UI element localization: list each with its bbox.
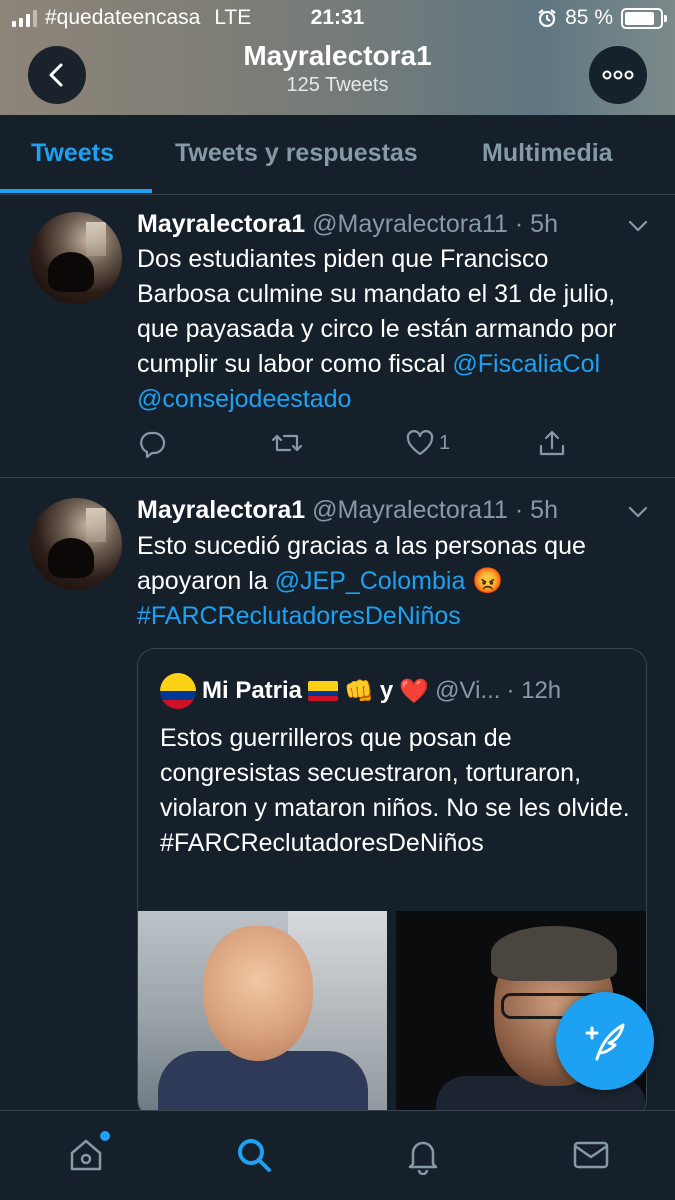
quote-author-handle: @Vi...	[435, 677, 501, 704]
status-right: 85 %	[537, 6, 667, 30]
more-icon	[602, 70, 634, 80]
quote-body: Estos guerrilleros que posan de congresi…	[160, 724, 630, 822]
mention-link[interactable]: @consejodeestado	[137, 385, 351, 413]
quote-author-name: Mi Patria	[202, 677, 303, 704]
hashtag-link[interactable]: #FARCReclutadoresDeNiños	[137, 602, 461, 630]
status-bar: #quedateencasa LTE 21:31 85 %	[0, 4, 675, 34]
battery-icon	[621, 7, 667, 29]
colombia-flag-icon	[308, 681, 339, 701]
fist-emoji: 👊	[344, 677, 374, 705]
new-content-dot	[100, 1131, 110, 1141]
mention-link[interactable]: @JEP_Colombia	[275, 567, 466, 595]
retweet-button[interactable]	[271, 428, 303, 458]
like-count: 1	[439, 431, 451, 454]
tweet-count: 125 Tweets	[286, 74, 389, 96]
heart-emoji: ❤️	[399, 677, 430, 705]
nav-notifications[interactable]	[401, 1133, 445, 1177]
tab-tweets[interactable]: Tweets	[31, 139, 114, 168]
author-name[interactable]: Mayralectora1	[137, 496, 305, 524]
tweet-header: Mayralectora1 @Mayralectora11 · 5h	[137, 210, 558, 239]
reply-button[interactable]	[137, 428, 167, 458]
messages-icon	[573, 1141, 609, 1169]
tweet-text: Dos estudiantes piden que Francisco Barb…	[137, 242, 637, 417]
profile-title: Mayralectora1	[243, 40, 432, 71]
tweet-actions: 1	[137, 428, 577, 462]
share-button[interactable]	[537, 428, 567, 458]
notifications-icon	[408, 1141, 438, 1175]
avatar[interactable]	[30, 498, 122, 590]
compose-tweet-button[interactable]	[556, 992, 654, 1090]
tweet-time: · 5h	[514, 496, 558, 524]
search-icon	[238, 1139, 271, 1172]
more-button[interactable]	[589, 46, 647, 104]
chevron-down-icon[interactable]	[627, 214, 649, 236]
quote-avatar[interactable]	[160, 673, 196, 709]
retweet-icon	[271, 434, 303, 452]
reply-icon	[140, 431, 166, 458]
battery-percent: 85 %	[565, 6, 613, 29]
nav-messages[interactable]	[569, 1133, 613, 1177]
quote-name-connector: y	[379, 677, 394, 704]
author-handle: @Mayralectora11	[312, 210, 508, 238]
quote-header: Mi Patria 👊 y ❤️ @Vi... · 12h	[160, 673, 561, 709]
tweet-time: · 5h	[514, 210, 558, 238]
chevron-down-icon[interactable]	[627, 500, 649, 522]
mention-link[interactable]: @FiscaliaCol	[452, 350, 600, 378]
tweet-text: Esto sucedió gracias a las personas que …	[137, 529, 637, 634]
like-button[interactable]: 1	[405, 428, 450, 458]
author-handle: @Mayralectora11	[312, 496, 508, 524]
profile-tabs: Tweets Tweets y respuestas Multimedia	[0, 115, 675, 195]
like-icon	[406, 430, 434, 456]
author-name[interactable]: Mayralectora1	[137, 210, 305, 238]
alarm-icon	[538, 9, 556, 28]
bottom-navigation	[0, 1110, 675, 1200]
active-tab-indicator	[0, 189, 152, 193]
nav-search[interactable]	[232, 1133, 276, 1177]
tweet[interactable]: Mayralectora1 @Mayralectora11 · 5h Dos e…	[0, 196, 675, 478]
profile-header: #quedateencasa LTE 21:31 85 % Mayralecto…	[0, 0, 675, 115]
tab-tweets-y-respuestas[interactable]: Tweets y respuestas	[175, 139, 418, 168]
tweet-header: Mayralectora1 @Mayralectora11 · 5h	[137, 496, 558, 525]
angry-emoji: 😡	[472, 567, 504, 595]
compose-icon	[585, 1023, 625, 1061]
quote-image-1[interactable]	[138, 911, 387, 1117]
nav-home[interactable]	[64, 1131, 110, 1177]
quote-time: · 12h	[506, 677, 562, 704]
quote-text: Estos guerrilleros que posan de congresi…	[160, 721, 630, 861]
quote-hashtag: #FARCReclutadoresDeNiños	[160, 829, 484, 857]
share-icon	[539, 430, 565, 456]
tab-multimedia[interactable]: Multimedia	[482, 139, 613, 168]
home-icon	[70, 1139, 102, 1171]
avatar[interactable]	[30, 212, 122, 304]
